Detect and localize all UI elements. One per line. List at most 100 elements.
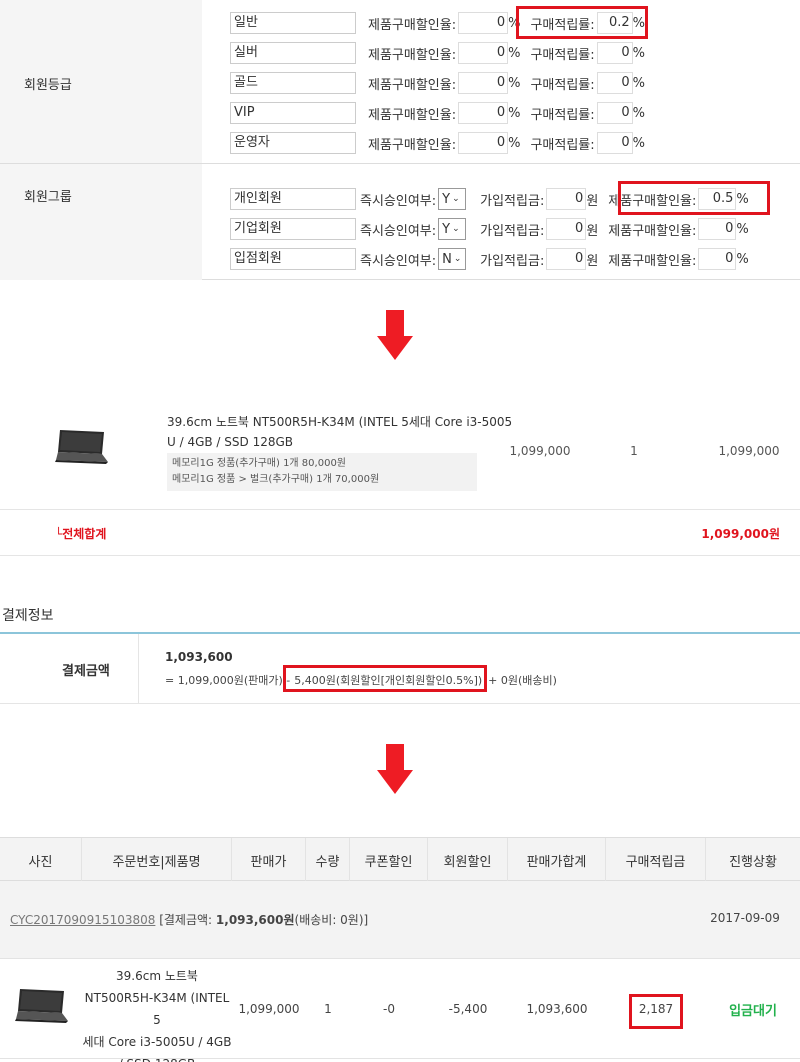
payment-col-divider [138, 634, 139, 704]
order-item-qty: 1 [324, 1002, 332, 1016]
col-qty: 수량 [306, 838, 350, 882]
discount-rate-label: 제품구매할인율: [368, 77, 457, 93]
percent-sign: % [632, 45, 646, 61]
grade-name-input[interactable]: 운영자 [230, 132, 356, 154]
percent-sign: % [508, 75, 521, 91]
discount-rate-label: 제품구매할인율: [608, 253, 697, 269]
grade-label: 회원등급 [24, 78, 72, 93]
point-rate-label: 구매적립률: [530, 47, 595, 63]
approve-label: 즉시승인여부: [360, 223, 437, 239]
group-row: 입점회원 즉시승인여부: N ⌄ 가입적립금: 0 원 제품구매할인율: 0 % [230, 248, 749, 270]
group-name-input[interactable]: 기업회원 [230, 218, 356, 240]
option-item: 메모리1G 정품 > 벌크(추가구매) 1개 70,000원 [172, 474, 380, 485]
arrow-down-icon [377, 744, 413, 794]
group-row: 기업회원 즉시승인여부: Y ⌄ 가입적립금: 0 원 제품구매할인율: 0 % [230, 218, 749, 240]
percent-sign: % [508, 45, 521, 61]
discount-rate-input[interactable]: 0 [458, 132, 509, 154]
col-price: 판매가 [232, 838, 306, 882]
order-item-price: 1,099,000 [238, 1002, 300, 1016]
col-photo: 사진 [0, 838, 82, 882]
order-table-header: 사진 주문번호|제품명 판매가 수량 쿠폰할인 회원할인 판매가합계 구매적립금… [0, 837, 800, 882]
discount-rate-input[interactable]: 0 [458, 42, 509, 64]
product-name-line: U / 4GB / SSD 128GB [167, 435, 294, 449]
discount-rate-input[interactable]: 0 [698, 248, 737, 270]
order-summary-amount: 1,093,600원 [215, 913, 295, 927]
discount-rate-input[interactable]: 0 [698, 218, 737, 240]
grade-name-input[interactable]: 골드 [230, 72, 356, 94]
discount-rate-input[interactable]: 0 [458, 102, 509, 124]
product-name[interactable]: 39.6cm 노트북 NT500R5H-K34M (INTEL 5세대 Core… [167, 412, 513, 452]
percent-sign: % [736, 221, 749, 237]
discount-rate-label: 제품구매할인율: [368, 47, 457, 63]
percent-sign: % [508, 135, 521, 151]
laptop-image[interactable] [54, 430, 108, 466]
point-rate-input[interactable]: 0 [596, 132, 633, 154]
join-points-label: 가입적립금: [480, 223, 545, 239]
point-rate-input[interactable]: 0 [596, 72, 633, 94]
payment-amount: 1,093,600 [165, 650, 233, 664]
cart-item-row: 39.6cm 노트북 NT500R5H-K34M (INTEL 5세대 Core… [0, 398, 800, 510]
percent-sign: % [736, 251, 749, 267]
group-label-cell: 회원그룹 [0, 164, 202, 280]
percent-sign: % [508, 105, 521, 121]
point-rate-label: 구매적립률: [530, 77, 595, 93]
col-status: 진행상황 [729, 854, 777, 870]
col-order-product: 주문번호|제품명 [82, 838, 232, 882]
highlight-member-discount [283, 665, 487, 692]
highlight-group-discount [618, 181, 770, 215]
grade-name-input[interactable]: 일반 [230, 12, 356, 34]
join-points-input[interactable]: 0 [546, 218, 587, 240]
product-name-line: 39.6cm 노트북 NT500R5H-K34M (INTEL 5세대 Core… [167, 415, 513, 429]
percent-sign: % [632, 105, 646, 121]
join-points-label: 가입적립금: [480, 253, 545, 269]
sum-value: 1,099,000원 [701, 527, 780, 541]
join-points-input[interactable]: 0 [546, 248, 587, 270]
col-points: 구매적립금 [606, 838, 706, 882]
order-summary: CYC2017090915103808 [결제금액: 1,093,600원(배송… [10, 911, 368, 928]
approve-select[interactable]: Y ⌄ [438, 218, 467, 240]
order-item-name[interactable]: 39.6cm 노트북 NT500R5H-K34M (INTEL 5 세대 Cor… [82, 965, 232, 1062]
order-date: 2017-09-09 [710, 911, 780, 925]
order-summary-suffix: (배송비: 0원)] [294, 913, 369, 927]
won-unit: 원 [586, 253, 599, 269]
grade-row: 골드 제품구매할인율: 0 % 구매적립률: 0 % [230, 72, 645, 94]
order-summary-prefix: [결제금액: [155, 913, 216, 927]
point-rate-input[interactable]: 0 [596, 102, 633, 124]
laptop-image[interactable] [14, 989, 68, 1025]
approve-select[interactable]: N ⌄ [438, 248, 467, 270]
point-rate-label: 구매적립률: [530, 107, 595, 123]
order-item-subtotal: 1,093,600 [526, 1002, 588, 1016]
item-name-line: NT500R5H-K34M (INTEL 5 [84, 991, 230, 1027]
discount-rate-input[interactable]: 0 [458, 12, 509, 34]
grade-name-input[interactable]: VIP [230, 102, 356, 124]
cart-sum-row: └전체합계 1,099,000원 [0, 510, 800, 556]
member-settings-panel: 회원등급 회원그룹 일반 제품구매할인율: 0 % 구매적립률: 0.2 % 실… [0, 0, 800, 280]
formula-suffix: + 0원(배송비) [488, 674, 557, 687]
order-number-link[interactable]: CYC2017090915103808 [10, 913, 155, 927]
point-rate-input[interactable]: 0 [596, 42, 633, 64]
approve-value: Y [442, 191, 451, 207]
group-name-input[interactable]: 입점회원 [230, 248, 356, 270]
chevron-down-icon: ⌄ [452, 224, 460, 234]
approve-label: 즉시승인여부: [360, 193, 437, 209]
grade-row: 운영자 제품구매할인율: 0 % 구매적립률: 0 % [230, 132, 645, 154]
item-name-line: / SSD 128GB [82, 1053, 232, 1062]
order-summary-row: CYC2017090915103808 [결제금액: 1,093,600원(배송… [0, 881, 800, 959]
col-subtotal: 판매가합계 [508, 838, 606, 882]
highlight-point-rate [516, 6, 648, 39]
item-name-line: 세대 Core i3-5005U / 4GB [82, 1035, 232, 1049]
discount-rate-label: 제품구매할인율: [368, 107, 457, 123]
highlight-points [629, 994, 683, 1029]
chevron-down-icon: ⌄ [452, 194, 460, 204]
approve-select[interactable]: Y ⌄ [438, 188, 467, 210]
order-item-coupon: -0 [383, 1002, 395, 1016]
discount-rate-label: 제품구매할인율: [368, 137, 457, 153]
join-points-label: 가입적립금: [480, 193, 545, 209]
join-points-input[interactable]: 0 [546, 188, 587, 210]
discount-rate-input[interactable]: 0 [458, 72, 509, 94]
discount-rate-label: 제품구매할인율: [608, 223, 697, 239]
group-name-input[interactable]: 개인회원 [230, 188, 356, 210]
cart-qty: 1 [630, 444, 638, 458]
order-status-badge: 입금대기 [729, 1004, 777, 1019]
grade-name-input[interactable]: 실버 [230, 42, 356, 64]
